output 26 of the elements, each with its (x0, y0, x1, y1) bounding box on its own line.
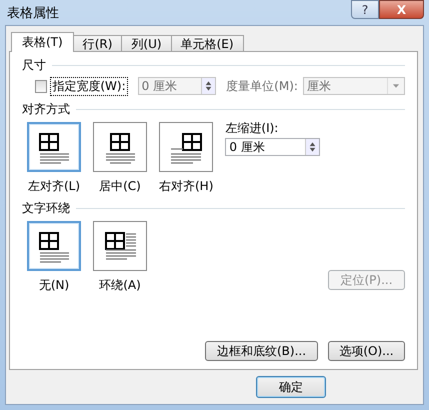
help-button[interactable]: ? (351, 0, 379, 19)
indent-field[interactable]: 0 厘米 (225, 138, 320, 156)
layout-option[interactable] (27, 122, 81, 172)
tab[interactable]: 表格(T) (11, 32, 74, 52)
section-heading: 对齐方式 (22, 100, 70, 118)
dialog-button[interactable]: 选项(O)... (328, 341, 405, 361)
section-heading: 文字环绕 (22, 200, 70, 216)
option-label: 右对齐(H) (159, 178, 214, 195)
dialog-button[interactable]: 边框和底纹(B)... (205, 341, 318, 361)
ok-button[interactable]: 确定 (256, 376, 326, 398)
field-label: 左缩进(I): (225, 120, 280, 137)
section-heading: 尺寸 (22, 56, 46, 74)
option-label: 环绕(A) (99, 277, 141, 294)
spinner-icon[interactable] (305, 139, 320, 155)
window-title: 表格属性 (6, 4, 59, 22)
tab[interactable]: 单元格(E) (170, 35, 244, 52)
layout-option[interactable] (27, 221, 81, 271)
tab[interactable]: 列(U) (121, 35, 172, 52)
layout-option[interactable] (93, 221, 147, 271)
layout-option[interactable] (93, 122, 147, 172)
field-label: 度量单位(M): (226, 78, 298, 94)
checkbox-label: 指定宽度(W): (50, 76, 128, 96)
layout-option[interactable] (159, 122, 214, 172)
option-label: 居中(C) (99, 178, 141, 195)
option-label: 无(N) (38, 277, 70, 294)
option-label: 左对齐(L) (28, 178, 80, 195)
